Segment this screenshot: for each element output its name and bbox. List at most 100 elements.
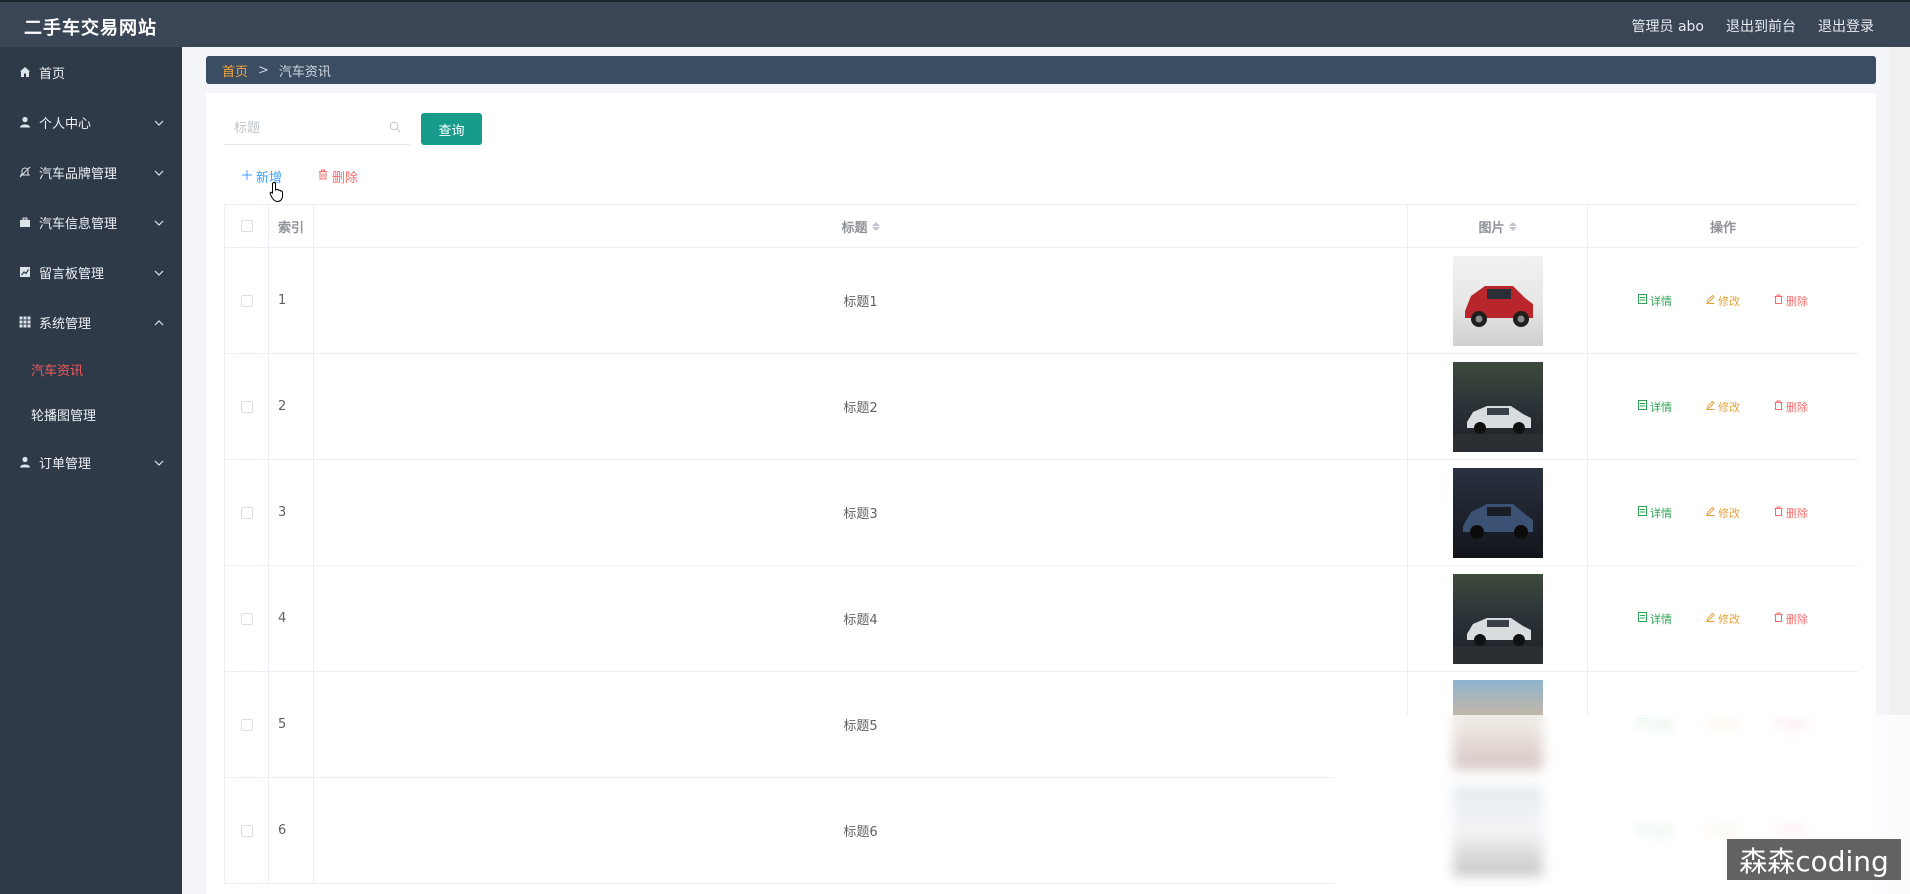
row-select-cell: [224, 566, 269, 671]
detail-label: 详情: [1650, 612, 1672, 626]
row-checkbox[interactable]: [240, 506, 253, 519]
delete-label: 删除: [1786, 506, 1808, 520]
row-checkbox[interactable]: [240, 612, 253, 625]
select-all-checkbox[interactable]: [240, 220, 253, 232]
edit-button[interactable]: 修改: [1706, 399, 1740, 415]
search-input[interactable]: [224, 113, 410, 145]
detail-label: 详情: [1650, 506, 1672, 520]
delete-button[interactable]: 删除: [1774, 399, 1808, 415]
header-select-cell: [224, 205, 269, 247]
delete-button[interactable]: 删除: [1774, 505, 1808, 521]
edit-label: 修改: [1718, 612, 1740, 626]
sidebar-item-car-info-management[interactable]: 汽车信息管理: [0, 197, 182, 247]
user-icon: [18, 116, 31, 129]
row-checkbox[interactable]: [240, 718, 253, 731]
bell-icon: [18, 166, 31, 179]
row-checkbox[interactable]: [240, 824, 253, 837]
sidebar: 首页 个人中心 汽车品牌管理 汽车信息管理 留言板管理 系统管理 汽车资讯 轮播…: [0, 47, 182, 894]
query-button[interactable]: 查询: [421, 113, 482, 145]
row-checkbox[interactable]: [240, 400, 253, 413]
car-thumbnail[interactable]: [1452, 573, 1543, 664]
edit-label: 修改: [1718, 294, 1740, 308]
row-image-cell: [1408, 354, 1588, 459]
delete-label: 删除: [1786, 612, 1808, 626]
edit-button[interactable]: 修改: [1706, 505, 1740, 521]
trash-icon: [1774, 400, 1783, 413]
sidebar-item-system-management[interactable]: 系统管理: [0, 297, 182, 347]
briefcase-icon: [18, 216, 31, 229]
detail-button[interactable]: 详情: [1638, 399, 1672, 415]
car-thumbnail[interactable]: [1452, 361, 1543, 452]
logout-link[interactable]: 退出登录: [1818, 16, 1874, 36]
car-thumbnail[interactable]: [1452, 467, 1543, 558]
row-actions: 详情 修改 删除: [1588, 248, 1858, 353]
sidebar-item-order-management[interactable]: 订单管理: [0, 437, 182, 487]
document-icon: [1638, 612, 1647, 625]
batch-delete-button[interactable]: 删除: [318, 167, 358, 186]
table-row: 1 标题1 详情 修改 删除: [224, 248, 1858, 354]
row-index: 4: [269, 566, 314, 671]
row-checkbox[interactable]: [240, 294, 253, 307]
sidebar-subitem-car-news[interactable]: 汽车资讯: [0, 347, 182, 392]
detail-button[interactable]: 详情: [1638, 611, 1672, 627]
pencil-icon: [1706, 294, 1715, 307]
search-icon: [389, 121, 403, 135]
pencil-icon: [1706, 506, 1715, 519]
chevron-down-icon: [154, 165, 164, 180]
sidebar-item-personal-center[interactable]: 个人中心: [0, 97, 182, 147]
admin-user-link[interactable]: 管理员 abo: [1632, 16, 1704, 36]
row-index: 3: [269, 460, 314, 565]
chevron-down-icon: [154, 215, 164, 230]
sidebar-item-brand-management[interactable]: 汽车品牌管理: [0, 147, 182, 197]
detail-button[interactable]: 详情: [1638, 505, 1672, 521]
back-to-frontend-link[interactable]: 退出到前台: [1726, 16, 1796, 36]
header-title[interactable]: 标题: [314, 205, 1408, 247]
table-header: 索引 标题 图片 操作: [224, 205, 1858, 248]
delete-label: 删除: [1786, 400, 1808, 414]
header-title-label: 标题: [841, 220, 868, 236]
row-index: 1: [269, 248, 314, 353]
row-title: 标题2: [314, 354, 1408, 459]
page-scrollbar[interactable]: [1890, 47, 1910, 717]
row-actions: 详情 修改 删除: [1588, 566, 1858, 671]
user-icon: [18, 456, 31, 469]
row-actions: 详情 修改 删除: [1588, 460, 1858, 565]
site-title: 二手车交易网站: [24, 18, 157, 39]
watermark: 森森coding: [1727, 839, 1901, 880]
plus-icon: [242, 169, 252, 184]
row-title: 标题1: [314, 248, 1408, 353]
delete-button-label: 删除: [332, 171, 359, 186]
edit-button[interactable]: 修改: [1706, 293, 1740, 309]
sort-icon[interactable]: [871, 221, 880, 231]
chevron-down-icon: [154, 265, 164, 280]
sidebar-subitem-carousel[interactable]: 轮播图管理: [0, 392, 182, 437]
row-actions: 详情 修改 删除: [1588, 354, 1858, 459]
header-image[interactable]: 图片: [1408, 205, 1588, 247]
delete-label: 删除: [1786, 294, 1808, 308]
row-title: 标题5: [314, 672, 1408, 777]
row-title: 标题3: [314, 460, 1408, 565]
detail-label: 详情: [1650, 400, 1672, 414]
car-thumbnail[interactable]: [1452, 255, 1543, 346]
sidebar-item-home[interactable]: 首页: [0, 47, 182, 97]
breadcrumb-home[interactable]: 首页: [222, 61, 248, 80]
breadcrumb-separator: >: [258, 62, 269, 78]
detail-button[interactable]: 详情: [1638, 293, 1672, 309]
chart-icon: [18, 266, 31, 279]
edit-button[interactable]: 修改: [1706, 611, 1740, 627]
row-index: 2: [269, 354, 314, 459]
header-index: 索引: [269, 205, 314, 247]
sidebar-item-message-board[interactable]: 留言板管理: [0, 247, 182, 297]
row-index: 6: [269, 778, 314, 883]
row-select-cell: [224, 460, 269, 565]
chevron-down-icon: [154, 455, 164, 470]
sort-icon[interactable]: [1508, 221, 1517, 231]
pencil-icon: [1706, 612, 1715, 625]
trash-icon: [1774, 612, 1783, 625]
document-icon: [1638, 400, 1647, 413]
chevron-up-icon: [154, 315, 164, 330]
delete-button[interactable]: 删除: [1774, 611, 1808, 627]
sidebar-item-label: 个人中心: [39, 116, 92, 132]
delete-button[interactable]: 删除: [1774, 293, 1808, 309]
row-select-cell: [224, 354, 269, 459]
